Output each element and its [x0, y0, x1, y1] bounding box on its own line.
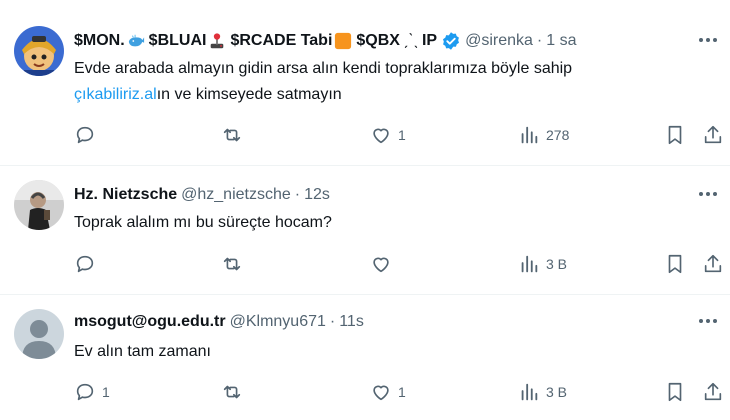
repost-button[interactable] — [221, 376, 249, 408]
share-button[interactable] — [702, 248, 724, 280]
like-button[interactable]: 1 — [370, 376, 406, 408]
more-options-icon[interactable] — [696, 184, 720, 204]
like-button[interactable]: 1 — [370, 119, 406, 151]
bookmark-button[interactable] — [664, 248, 686, 280]
repost-icon — [223, 385, 241, 399]
tweet-actions: 3 B — [64, 248, 730, 280]
display-name[interactable]: Hz. Nietzsche — [74, 186, 177, 204]
bookmark-button[interactable] — [664, 119, 686, 151]
tweet-text: Ev alın tam zamanı — [74, 343, 211, 360]
tweet[interactable]: $MON. $BLUAI $RCADE Tabi $QBX ˏˋˎ IP @sirenka… — [0, 0, 730, 165]
share-button[interactable] — [702, 376, 724, 408]
avatar[interactable] — [14, 26, 64, 76]
view-count: 278 — [546, 127, 570, 143]
tweet-header: Hz. Nietzsche @hz_nietzsche · 12s — [74, 184, 716, 206]
reply-button[interactable] — [74, 119, 102, 151]
repost-icon — [223, 257, 241, 271]
user-handle[interactable]: @hz_nietzsche — [181, 186, 291, 204]
like-count: 1 — [398, 127, 406, 143]
user-handle[interactable]: @Klmnyu671 — [230, 313, 326, 331]
views-button[interactable]: 3 B — [518, 248, 567, 280]
bookmark-icon — [668, 382, 682, 402]
tweet-text: Evde arabada almayın gidin arsa alın ken… — [74, 60, 573, 103]
default-avatar-icon — [14, 309, 64, 359]
tweet-header: msogut@ogu.edu.tr @Klmnyu671 · 11s — [74, 311, 716, 333]
timestamp[interactable]: 11s — [339, 313, 364, 331]
views-chart-icon — [521, 255, 538, 273]
separator-dot: · — [294, 186, 301, 203]
heart-icon — [373, 385, 389, 401]
share-button[interactable] — [702, 119, 724, 151]
tweet-text: Toprak alalım mı bu süreçte hocam? — [74, 214, 332, 231]
separator-dot: · — [536, 32, 543, 49]
display-name[interactable]: $MON. $BLUAI $RCADE Tabi $QBX ˏˋˎ IP — [74, 32, 437, 50]
bookmark-icon — [668, 125, 682, 145]
timestamp[interactable]: 1 sa — [546, 32, 576, 50]
repost-icon — [223, 128, 241, 142]
repost-button[interactable] — [221, 248, 249, 280]
reply-count: 1 — [102, 384, 110, 400]
like-count: 1 — [398, 384, 406, 400]
bookmark-icon — [668, 254, 682, 274]
timestamp[interactable]: 12s — [304, 186, 330, 204]
user-handle[interactable]: @sirenka — [465, 32, 533, 50]
display-name[interactable]: msogut@ogu.edu.tr — [74, 313, 226, 331]
whale-emoji-icon — [128, 34, 144, 47]
tweet-link[interactable]: çıkabiliriz.al — [74, 86, 157, 103]
repost-button[interactable] — [221, 119, 249, 151]
heart-icon — [373, 257, 389, 273]
share-icon — [704, 125, 722, 144]
views-chart-icon — [521, 126, 538, 144]
avatar[interactable] — [14, 309, 64, 359]
decorative-glyphs: ˏˋˎ — [402, 32, 419, 50]
views-button[interactable]: 3 B — [518, 376, 567, 408]
tweet[interactable]: msogut@ogu.edu.tr @Klmnyu671 · 11s Ev al… — [0, 295, 730, 420]
reply-button[interactable] — [74, 248, 102, 280]
view-count: 3 B — [546, 256, 568, 272]
bookmark-button[interactable] — [664, 376, 686, 408]
views-button[interactable]: 278 — [518, 119, 569, 151]
share-icon — [704, 254, 722, 273]
more-options-icon[interactable] — [696, 30, 720, 50]
reply-button[interactable]: 1 — [74, 376, 110, 408]
tweet[interactable]: Hz. Nietzsche @hz_nietzsche · 12s Toprak… — [0, 166, 730, 294]
share-icon — [704, 382, 722, 401]
avatar[interactable] — [14, 180, 64, 230]
separator-dot: · — [329, 313, 336, 330]
orange-square-emoji-icon — [335, 32, 352, 49]
verified-badge-icon — [443, 32, 460, 50]
heart-icon — [373, 128, 389, 144]
like-button[interactable] — [370, 248, 398, 280]
reply-icon — [76, 383, 94, 401]
more-options-icon[interactable] — [696, 311, 720, 331]
joystick-emoji-icon — [211, 33, 224, 49]
reply-icon — [76, 255, 94, 273]
views-chart-icon — [521, 383, 538, 401]
avatar-image — [14, 26, 64, 76]
reply-icon — [76, 126, 94, 144]
avatar-image — [14, 180, 64, 230]
tweet-header: $MON. $BLUAI $RCADE Tabi $QBX ˏˋˎ IP @sirenka… — [74, 30, 716, 52]
tweet-actions: 1 278 — [64, 119, 730, 151]
tweet-actions: 1 1 3 B — [64, 376, 730, 408]
view-count: 3 B — [546, 384, 568, 400]
